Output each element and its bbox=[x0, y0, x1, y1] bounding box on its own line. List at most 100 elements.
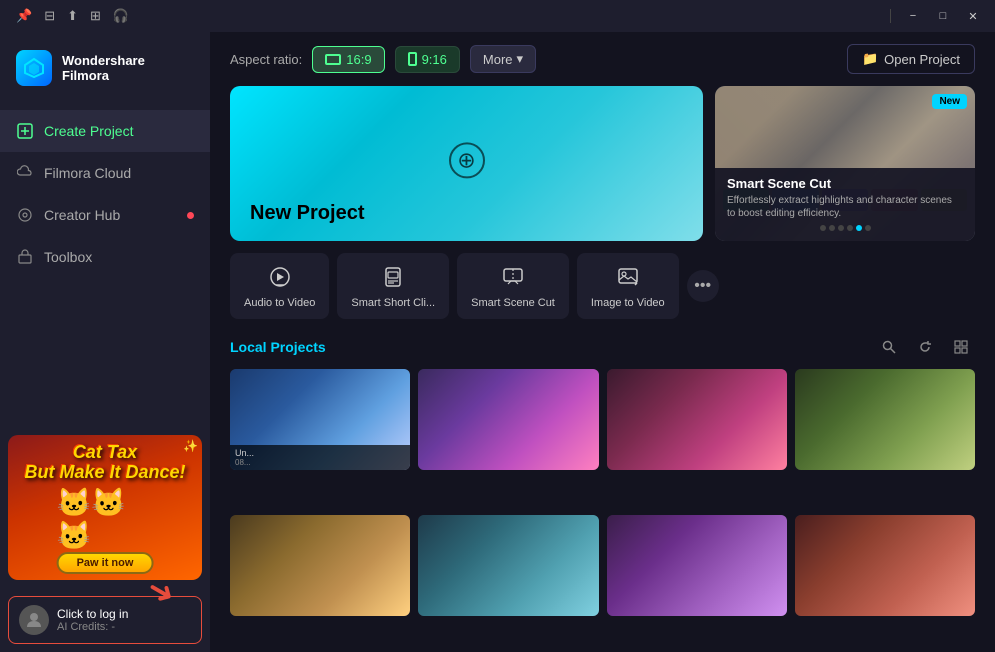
feature-desc: Effortlessly extract highlights and char… bbox=[727, 194, 963, 220]
tools-row: Audio to Video Smart Short Cli... bbox=[210, 241, 995, 327]
logo-text: Wondershare Filmora bbox=[62, 53, 145, 83]
notification-dot bbox=[187, 212, 194, 219]
layout-icon[interactable]: ⊞ bbox=[90, 8, 101, 24]
open-project-button[interactable]: 📁 Open Project bbox=[847, 44, 975, 74]
user-profile[interactable]: Click to log in AI Credits: - bbox=[8, 596, 202, 644]
project-thumb bbox=[418, 515, 598, 616]
project-thumb bbox=[230, 515, 410, 616]
ad-content: Cat TaxBut Make It Dance! 🐱🐱🐱 ✨ Paw it n… bbox=[8, 435, 202, 580]
tool-smart-short-clip[interactable]: Smart Short Cli... bbox=[337, 253, 449, 319]
ad-banner[interactable]: Cat TaxBut Make It Dance! 🐱🐱🐱 ✨ Paw it n… bbox=[8, 435, 202, 580]
project-item[interactable]: Un... 08... bbox=[230, 369, 410, 470]
user-info: Click to log in AI Credits: - bbox=[57, 607, 191, 633]
dot-4 bbox=[847, 225, 853, 231]
refresh-button[interactable] bbox=[911, 333, 939, 361]
project-item[interactable] bbox=[795, 369, 975, 470]
search-button[interactable] bbox=[875, 333, 903, 361]
feature-card[interactable]: New Smart Scene Cut Effortlessly extract… bbox=[715, 86, 975, 241]
feature-info: Smart Scene Cut Effortlessly extract hig… bbox=[715, 168, 975, 241]
feature-card-bg: New Smart Scene Cut Effortlessly extract… bbox=[715, 86, 975, 241]
dot-1 bbox=[820, 225, 826, 231]
ad-title: Cat TaxBut Make It Dance! bbox=[24, 443, 185, 483]
dot-2 bbox=[829, 225, 835, 231]
project-thumb bbox=[418, 369, 598, 470]
sparkle-icon: ✨ bbox=[183, 439, 198, 453]
9-16-icon bbox=[408, 52, 417, 66]
hero-section: ⊕ New Project New bbox=[210, 86, 995, 241]
sidebar-item-label-toolbox: Toolbox bbox=[44, 249, 92, 265]
hub-icon bbox=[16, 206, 34, 224]
project-item[interactable] bbox=[607, 515, 787, 616]
project-thumb bbox=[607, 515, 787, 616]
scene-cut-icon bbox=[499, 263, 527, 291]
carousel-dots bbox=[727, 225, 963, 231]
sidebar-item-label-hub: Creator Hub bbox=[44, 207, 120, 223]
more-dots-icon: ••• bbox=[694, 277, 711, 295]
chevron-down-icon: ▾ bbox=[517, 51, 524, 67]
sidebar-item-toolbox[interactable]: Toolbox bbox=[0, 236, 210, 278]
sidebar-item-creator-hub[interactable]: Creator Hub bbox=[0, 194, 210, 236]
16-9-icon bbox=[325, 54, 341, 65]
audio-icon bbox=[266, 263, 294, 291]
tool-audio-to-video[interactable]: Audio to Video bbox=[230, 253, 329, 319]
headset-icon[interactable]: 🎧 bbox=[113, 8, 129, 24]
app-container: Wondershare Filmora Create Project bbox=[0, 32, 995, 652]
folder-icon: 📁 bbox=[862, 51, 878, 67]
dot-3 bbox=[838, 225, 844, 231]
separator bbox=[890, 9, 891, 23]
minimize-button[interactable]: − bbox=[899, 6, 927, 26]
project-item[interactable] bbox=[418, 515, 598, 616]
tool-label-scene-cut: Smart Scene Cut bbox=[471, 297, 555, 309]
tool-smart-scene-cut[interactable]: Smart Scene Cut bbox=[457, 253, 569, 319]
project-item[interactable] bbox=[607, 369, 787, 470]
dot-6 bbox=[865, 225, 871, 231]
main-content: Aspect ratio: 16:9 9:16 More ▾ 📁 Open Pr… bbox=[210, 32, 995, 652]
title-bar: 📌 ⊟ ⬆ ⊞ 🎧 − □ ✕ bbox=[0, 0, 995, 32]
grid-view-button[interactable] bbox=[947, 333, 975, 361]
ad-cats: 🐱🐱🐱 bbox=[57, 486, 154, 552]
tool-image-to-video[interactable]: Image to Video bbox=[577, 253, 679, 319]
upload-icon[interactable]: ⬆ bbox=[67, 8, 78, 24]
projects-grid: Un... 08... bbox=[210, 369, 995, 652]
ad-button[interactable]: Paw it now bbox=[57, 552, 154, 574]
project-thumb bbox=[795, 369, 975, 470]
tools-more-button[interactable]: ••• bbox=[687, 270, 719, 302]
sidebar: Wondershare Filmora Create Project bbox=[0, 32, 210, 652]
user-avatar bbox=[19, 605, 49, 635]
app-logo: Wondershare Filmora bbox=[0, 32, 210, 106]
new-project-plus-icon: ⊕ bbox=[449, 142, 485, 178]
maximize-button[interactable]: □ bbox=[929, 6, 957, 26]
sidebar-item-create-project[interactable]: Create Project bbox=[0, 110, 210, 152]
tool-label-audio: Audio to Video bbox=[244, 297, 315, 309]
image-icon bbox=[614, 263, 642, 291]
project-item[interactable] bbox=[418, 369, 598, 470]
sidebar-item-filmora-cloud[interactable]: Filmora Cloud bbox=[0, 152, 210, 194]
grid-icon[interactable]: ⊟ bbox=[44, 8, 55, 24]
sidebar-item-label-cloud: Filmora Cloud bbox=[44, 165, 131, 181]
tool-label-short-clip: Smart Short Cli... bbox=[351, 297, 435, 309]
project-item[interactable] bbox=[230, 515, 410, 616]
new-project-card[interactable]: ⊕ New Project bbox=[230, 86, 703, 241]
project-thumb bbox=[607, 369, 787, 470]
short-clip-icon bbox=[379, 263, 407, 291]
pin-icon[interactable]: 📌 bbox=[16, 8, 32, 24]
project-name: Un... bbox=[235, 448, 405, 458]
aspect-16-9-button[interactable]: 16:9 bbox=[312, 46, 384, 73]
title-bar-icons: 📌 ⊟ ⬆ ⊞ 🎧 bbox=[16, 8, 129, 24]
project-item[interactable] bbox=[795, 515, 975, 616]
toolbox-icon bbox=[16, 248, 34, 266]
new-project-label: New Project bbox=[250, 202, 364, 225]
project-info: Un... 08... bbox=[230, 445, 410, 470]
project-date: 08... bbox=[235, 458, 405, 467]
topbar: Aspect ratio: 16:9 9:16 More ▾ 📁 Open Pr… bbox=[210, 32, 995, 86]
window-controls: − □ ✕ bbox=[899, 6, 987, 26]
sidebar-item-label-create: Create Project bbox=[44, 123, 133, 139]
project-thumb bbox=[795, 515, 975, 616]
tool-label-image: Image to Video bbox=[591, 297, 665, 309]
close-button[interactable]: ✕ bbox=[959, 6, 987, 26]
user-login-text: Click to log in bbox=[57, 607, 191, 621]
aspect-9-16-button[interactable]: 9:16 bbox=[395, 46, 460, 73]
user-credits: AI Credits: - bbox=[57, 621, 191, 633]
more-button[interactable]: More ▾ bbox=[470, 45, 536, 73]
sidebar-nav: Create Project Filmora Cloud Creator bbox=[0, 106, 210, 427]
